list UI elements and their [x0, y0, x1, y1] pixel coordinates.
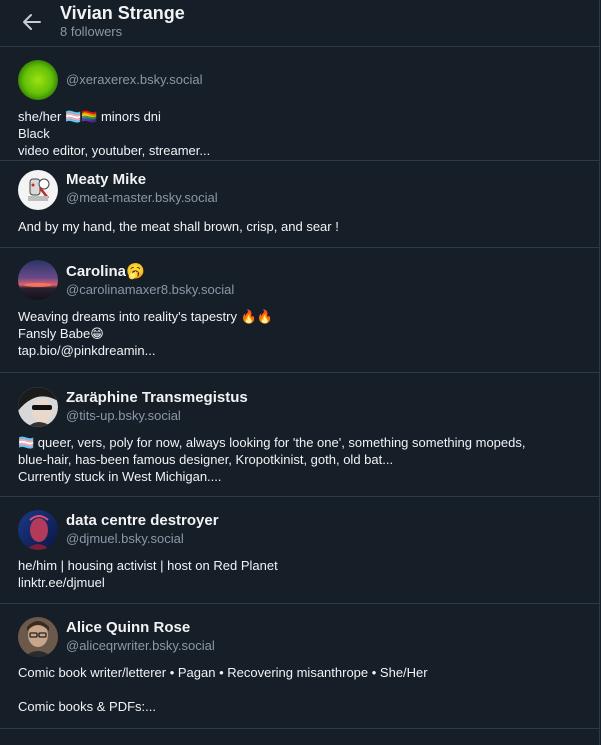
handle: @aliceqrwriter.bsky.social	[66, 638, 215, 653]
bio-line: blue-hair, has-been famous designer, Kro…	[18, 452, 394, 467]
bio-line: tap.bio/@pinkdreamin...	[18, 343, 156, 358]
handle: @carolinamaxer8.bsky.social	[66, 282, 235, 297]
bio-line: 🏳️‍⚧️ queer, vers, poly for now, always …	[18, 435, 526, 450]
list-item[interactable]: @xeraxerex.bsky.social she/her 🏳️‍⚧️🏳️‍🌈…	[0, 47, 599, 161]
handle: @meat-master.bsky.social	[66, 190, 218, 205]
bio: Weaving dreams into reality's tapestry 🔥…	[18, 308, 589, 359]
bio: And by my hand, the meat shall brown, cr…	[18, 218, 589, 235]
handle: @djmuel.bsky.social	[66, 531, 184, 546]
back-button[interactable]	[18, 9, 46, 35]
handle: @xeraxerex.bsky.social	[66, 72, 203, 87]
bio-line: linktr.ee/djmuel	[18, 575, 105, 590]
display-name: Meaty Mike	[66, 171, 147, 188]
list-item[interactable]: Zaräphine Transmegistus @tits-up.bsky.so…	[0, 373, 599, 497]
avatar[interactable]	[18, 510, 58, 550]
bio-line: Black	[18, 126, 50, 141]
followers-list: @xeraxerex.bsky.social she/her 🏳️‍⚧️🏳️‍🌈…	[0, 47, 599, 729]
bio: she/her 🏳️‍⚧️🏳️‍🌈 minors dni Black video…	[18, 108, 589, 159]
follower-count: 8 followers	[60, 24, 123, 39]
bio: he/him | housing activist | host on Red …	[18, 557, 589, 591]
avatar[interactable]	[18, 617, 58, 657]
bio-line: he/him | housing activist | host on Red …	[18, 558, 278, 573]
avatar[interactable]	[18, 387, 58, 427]
display-name: data centre destroyer	[66, 512, 219, 529]
bio: 🏳️‍⚧️ queer, vers, poly for now, always …	[18, 434, 589, 485]
bio-line: video editor, youtuber, streamer...	[18, 143, 211, 158]
list-item[interactable]: Alice Quinn Rose @aliceqrwriter.bsky.soc…	[0, 604, 599, 729]
bio-line: And by my hand, the meat shall brown, cr…	[18, 219, 339, 234]
list-item[interactable]: Carolina🥱 @carolinamaxer8.bsky.social We…	[0, 248, 599, 373]
avatar[interactable]	[18, 60, 58, 100]
list-item[interactable]: Meaty Mike @meat-master.bsky.social And …	[0, 161, 599, 248]
arrow-left-icon	[23, 14, 41, 30]
bio-line: she/her 🏳️‍⚧️🏳️‍🌈 minors dni	[18, 109, 161, 124]
display-name: Carolina🥱	[66, 263, 145, 280]
header: Vivian Strange 8 followers	[0, 0, 599, 47]
handle: @tits-up.bsky.social	[66, 408, 181, 423]
bio-line	[18, 681, 589, 698]
bio-line: Currently stuck in West Michigan....	[18, 469, 222, 484]
avatar[interactable]	[18, 170, 58, 210]
display-name: Alice Quinn Rose	[66, 619, 191, 636]
bio-line: Comic book writer/letterer • Pagan • Rec…	[18, 665, 428, 680]
display-name: Zaräphine Transmegistus	[66, 389, 248, 406]
avatar[interactable]	[18, 260, 58, 300]
bio-line: Comic books & PDFs:...	[18, 699, 156, 714]
bio: Comic book writer/letterer • Pagan • Rec…	[18, 664, 589, 715]
followers-screen: Vivian Strange 8 followers @xeraxerex.bs…	[0, 0, 600, 745]
page-title: Vivian Strange	[60, 3, 185, 23]
bio-line: Weaving dreams into reality's tapestry 🔥…	[18, 309, 273, 324]
list-item[interactable]: data centre destroyer @djmuel.bsky.socia…	[0, 497, 599, 604]
bio-line: Fansly Babe😁	[18, 326, 104, 341]
